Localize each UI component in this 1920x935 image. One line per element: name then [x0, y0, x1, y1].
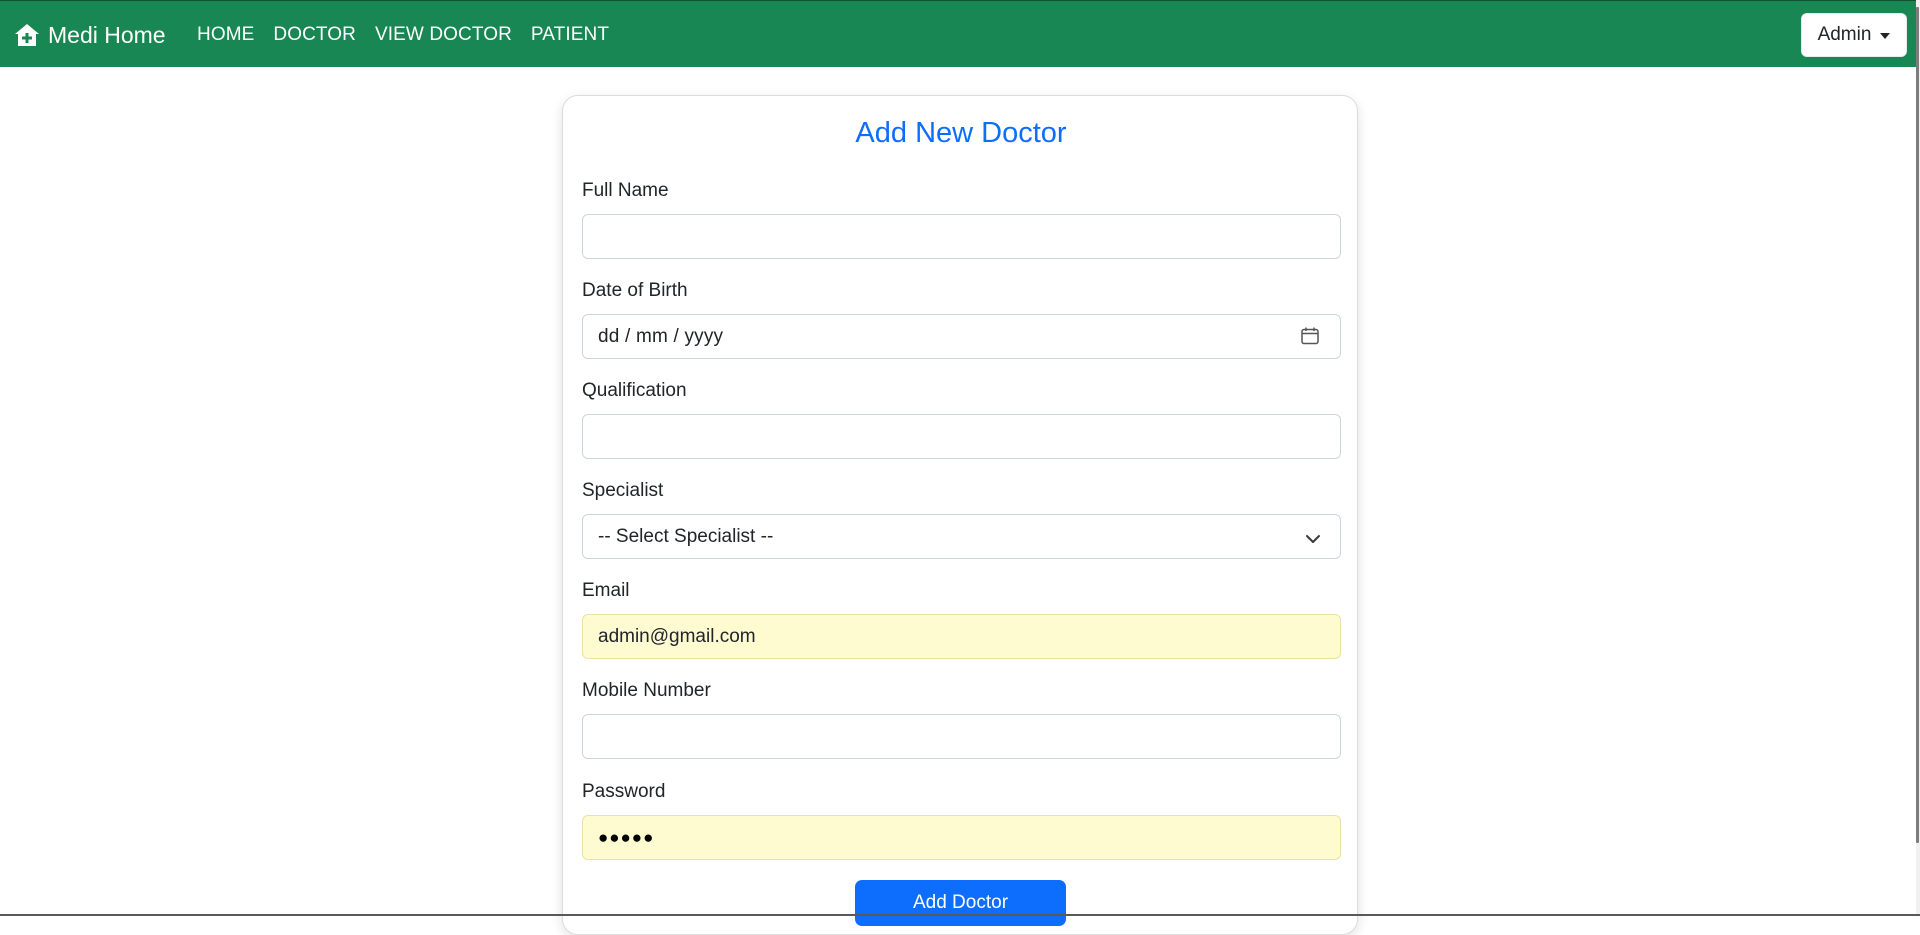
top-navbar: Medi Home HOME DOCTOR VIEW DOCTOR PATIEN… — [0, 0, 1920, 67]
house-medical-icon — [14, 23, 40, 47]
main-nav: HOME DOCTOR VIEW DOCTOR PATIENT — [197, 1, 628, 68]
admin-label: Admin — [1817, 24, 1872, 45]
nav-doctor[interactable]: DOCTOR — [273, 24, 356, 46]
scrollbar-thumb[interactable] — [1916, 7, 1919, 843]
brand-name: Medi Home — [48, 21, 166, 48]
email-input[interactable]: admin@gmail.com — [582, 614, 1341, 659]
dob-placeholder: dd / mm / yyyy — [598, 325, 724, 347]
nav-patient[interactable]: PATIENT — [531, 24, 609, 46]
specialist-selected: -- Select Specialist -- — [598, 525, 774, 547]
specialist-label: Specialist — [582, 480, 664, 501]
password-input[interactable]: ●●●●● — [582, 815, 1341, 860]
mobile-input[interactable] — [582, 714, 1341, 759]
chevron-down-icon — [1305, 530, 1321, 544]
form-title: Add New Doctor — [855, 117, 1067, 149]
brand-link[interactable]: Medi Home — [14, 19, 166, 51]
add-doctor-card: Add New Doctor Full Name Date of Birth d… — [562, 95, 1358, 935]
email-value: admin@gmail.com — [598, 625, 756, 647]
dob-label: Date of Birth — [582, 280, 688, 301]
admin-dropdown-button[interactable]: Admin — [1801, 13, 1907, 57]
dob-input[interactable]: dd / mm / yyyy — [582, 314, 1341, 359]
calendar-icon[interactable] — [1300, 326, 1320, 346]
nav-home[interactable]: HOME — [197, 24, 254, 46]
password-mask: ●●●●● — [598, 827, 655, 847]
qualification-label: Qualification — [582, 380, 687, 401]
full-name-input[interactable] — [582, 214, 1341, 259]
specialist-select[interactable]: -- Select Specialist -- — [582, 514, 1341, 559]
mobile-label: Mobile Number — [582, 680, 711, 701]
add-doctor-button[interactable]: Add Doctor — [855, 880, 1066, 926]
password-label: Password — [582, 781, 666, 802]
full-name-label: Full Name — [582, 180, 669, 201]
caret-down-icon — [1880, 33, 1891, 39]
qualification-input[interactable] — [582, 414, 1341, 459]
nav-view-doctor[interactable]: VIEW DOCTOR — [375, 24, 512, 46]
email-label: Email — [582, 580, 630, 601]
